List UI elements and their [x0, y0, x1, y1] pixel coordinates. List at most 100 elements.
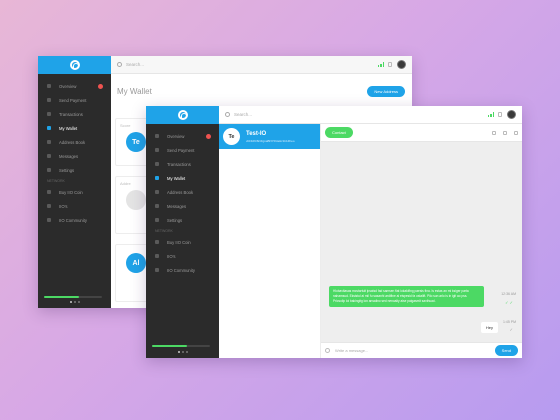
- address-book-icon: [47, 140, 51, 144]
- page-dot[interactable]: [185, 351, 188, 353]
- iio-icon: [155, 254, 159, 258]
- sidebar-item-messages[interactable]: Messages: [146, 199, 219, 213]
- signal-icon: [487, 112, 494, 117]
- logo-icon: [177, 110, 188, 120]
- contact-name: Test-IO: [246, 130, 267, 137]
- search-input[interactable]: Search...: [234, 112, 252, 117]
- sidebar-item-my-wallet[interactable]: My Wallet: [146, 171, 219, 185]
- coin-icon: [47, 190, 51, 194]
- sidebar-item-send-payment[interactable]: Send Payment: [38, 93, 111, 107]
- message-bubble-incoming: Hlobavitasas mcstartuit ipsatsd fad sams…: [329, 286, 484, 307]
- page-dot[interactable]: [77, 301, 80, 303]
- wallet-avatar: Te: [126, 132, 146, 152]
- attach-icon[interactable]: [325, 348, 330, 353]
- sidebar-item-overview[interactable]: Overview: [38, 79, 111, 93]
- overview-icon: [47, 84, 51, 88]
- contact-button[interactable]: Contact: [325, 127, 353, 138]
- notification-badge: [206, 133, 211, 139]
- page-dot[interactable]: [73, 301, 76, 303]
- sidebar-item-iios[interactable]: IIO's: [146, 249, 219, 263]
- community-icon: [155, 268, 159, 272]
- sidebar-item-address-book[interactable]: Address Book: [38, 135, 111, 149]
- lock-icon[interactable]: [498, 112, 502, 117]
- sidebar-nav: Overview Send Payment Transactions My Wa…: [38, 74, 111, 227]
- transactions-icon: [155, 162, 159, 166]
- page-dots: [146, 351, 219, 353]
- message-time: 1:45 PM: [502, 320, 516, 324]
- top-bar: Search...: [219, 106, 522, 124]
- signal-icon: [377, 62, 384, 67]
- address-avatar-placeholder: [126, 190, 146, 210]
- avatar[interactable]: [397, 60, 406, 69]
- sidebar-item-send-payment[interactable]: Send Payment: [146, 143, 219, 157]
- search-input[interactable]: Search...: [126, 62, 144, 67]
- avatar[interactable]: [507, 110, 516, 119]
- top-bar: Search...: [111, 56, 412, 74]
- logo-bar: [38, 56, 111, 74]
- sent-receipt-icon: ✓: [509, 327, 513, 332]
- coin-icon: [155, 240, 159, 244]
- contact-list: Te Test-IO vRrZd9r8ctFgxaBNYRJaHz1b1Zheo: [219, 124, 321, 358]
- contact-item-selected[interactable]: Te Test-IO vRrZd9r8ctFgxaBNYRJaHz1b1Zheo: [219, 124, 320, 149]
- settings-icon: [47, 168, 51, 172]
- sidebar-nav: Overview Send Payment Transactions My Wa…: [146, 124, 219, 277]
- nav-section-label: NETWORK: [155, 229, 173, 233]
- page-dot[interactable]: [181, 351, 184, 353]
- wallet-avatar: Al: [126, 253, 146, 273]
- search-bar[interactable]: Search...: [225, 112, 488, 117]
- sidebar-item-messages[interactable]: Messages: [38, 149, 111, 163]
- sidebar-item-address-book[interactable]: Address Book: [146, 185, 219, 199]
- sidebar-item-iios[interactable]: IIO's: [38, 199, 111, 213]
- transactions-icon: [47, 112, 51, 116]
- sidebar-item-transactions[interactable]: Transactions: [38, 107, 111, 121]
- sidebar: Overview Send Payment Transactions My Wa…: [38, 56, 111, 308]
- sync-progress-fill: [44, 296, 79, 298]
- sync-progress: [44, 296, 102, 298]
- lock-icon[interactable]: [388, 62, 392, 67]
- iio-icon: [47, 204, 51, 208]
- sidebar-item-community[interactable]: IIO Community: [146, 263, 219, 277]
- overview-icon: [155, 134, 159, 138]
- messages-icon: [47, 154, 51, 158]
- sidebar-item-community[interactable]: IIO Community: [38, 213, 111, 227]
- send-button[interactable]: Send: [494, 345, 518, 356]
- message-composer: Write a message... Send: [321, 342, 522, 358]
- message-time: 12:36 AM: [501, 292, 516, 296]
- page-title: My Wallet: [117, 87, 152, 96]
- sync-progress-fill: [152, 345, 187, 347]
- nav-section-label: NETWORK: [47, 179, 65, 183]
- send-icon: [47, 98, 51, 102]
- sync-progress: [152, 345, 210, 347]
- address-book-icon: [155, 190, 159, 194]
- messages-icon: [155, 204, 159, 208]
- search-bar[interactable]: Search...: [117, 62, 378, 67]
- read-receipt-icon: ✓ ✓: [505, 300, 513, 305]
- search-icon: [225, 112, 230, 117]
- sidebar-item-overview[interactable]: Overview: [146, 129, 219, 143]
- sidebar-item-settings[interactable]: Settings: [38, 163, 111, 177]
- sidebar-item-buy-coin[interactable]: Buy IIO Coin: [146, 235, 219, 249]
- page-dot[interactable]: [69, 301, 72, 303]
- page-dots: [38, 301, 111, 303]
- sidebar-item-transactions[interactable]: Transactions: [146, 157, 219, 171]
- search-icon: [117, 62, 122, 67]
- page-dot[interactable]: [177, 351, 180, 353]
- sidebar-item-settings[interactable]: Settings: [146, 213, 219, 227]
- sidebar-item-my-wallet[interactable]: My Wallet: [38, 121, 111, 135]
- notification-badge: [98, 83, 103, 89]
- expand-icon[interactable]: [503, 130, 507, 135]
- contact-avatar: Te: [223, 128, 240, 145]
- chat-header: Contact: [321, 124, 522, 142]
- message-input[interactable]: Write a message...: [335, 348, 495, 353]
- settings-icon: [155, 218, 159, 222]
- sidebar-item-buy-coin[interactable]: Buy IIO Coin: [38, 185, 111, 199]
- logo-icon: [69, 60, 80, 70]
- add-icon[interactable]: [492, 130, 496, 135]
- community-icon: [47, 218, 51, 222]
- trash-icon[interactable]: [514, 130, 518, 135]
- wallet-icon: [47, 126, 51, 130]
- new-address-button[interactable]: New Address: [367, 86, 405, 97]
- wallet-icon: [155, 176, 159, 180]
- message-bubble-outgoing: Hey: [480, 322, 498, 333]
- chat-panel: Contact Hlobavitasas mcstartuit ipsatsd …: [321, 124, 522, 358]
